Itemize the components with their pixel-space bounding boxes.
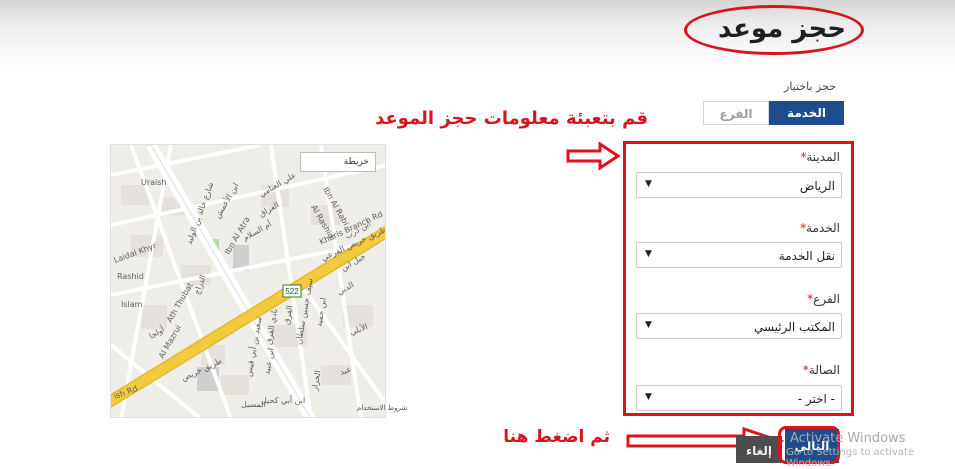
map-street-label: Uraish xyxy=(141,178,167,187)
map-street-label: Islam xyxy=(121,300,143,309)
branch-select[interactable]: المكتب الرئيسي ▼ xyxy=(636,313,842,339)
booking-by-label: حجز باختيار xyxy=(784,80,836,93)
map-street-label: الدبي xyxy=(336,280,356,297)
hall-label: الصالة* xyxy=(802,363,840,377)
title-highlight-oval xyxy=(684,5,864,55)
tab-service[interactable]: الخدمة xyxy=(769,101,844,125)
chevron-down-icon: ▼ xyxy=(645,249,652,259)
service-select-value: نقل الخدمة xyxy=(778,249,835,263)
location-map[interactable]: 522 Uraish Laidal Khyr Rashid Islam Ath Thub… xyxy=(110,144,386,418)
branch-label: الفرع* xyxy=(807,292,840,306)
map-street-label: ابن أبي كحيل xyxy=(261,395,305,405)
chevron-down-icon: ▼ xyxy=(645,320,652,330)
branch-select-value: المكتب الرئيسي xyxy=(753,320,835,334)
city-select-value: الرياض xyxy=(799,179,835,193)
city-label: المدينة* xyxy=(800,150,840,164)
chevron-down-icon: ▼ xyxy=(645,392,652,402)
road-sign-label: 522 xyxy=(285,287,299,296)
map-type-button[interactable]: خريطة xyxy=(300,152,376,172)
hall-select[interactable]: - اختر - ▼ xyxy=(636,385,842,411)
city-select[interactable]: الرياض ▼ xyxy=(636,172,842,198)
activate-windows-title: Activate Windows xyxy=(790,431,906,446)
service-label: الخدمة* xyxy=(800,221,840,235)
hall-select-value: - اختر - xyxy=(797,392,835,406)
activate-windows-subtitle: Go to Settings to activate Windows. xyxy=(786,447,915,469)
cancel-button[interactable]: إلغاء xyxy=(736,436,782,463)
map-canvas: 522 UraishLaidal KhyrRashidIslam Ath Thub… xyxy=(111,145,385,417)
map-street-label: Rashid xyxy=(117,272,144,281)
tab-branch[interactable]: الفرع xyxy=(703,101,769,125)
map-street-label: الخراز xyxy=(310,370,323,393)
map-street-label: المسيل xyxy=(241,400,266,409)
service-select[interactable]: نقل الخدمة ▼ xyxy=(636,242,842,268)
annotation-then-click: ثم اضغط هنا xyxy=(503,427,610,447)
map-street-label: الفرق xyxy=(282,305,294,326)
annotation-fill-info: قم بتعبئة معلومات حجز الموعد xyxy=(375,108,648,129)
chevron-down-icon: ▼ xyxy=(645,179,652,189)
arrow-to-form-icon xyxy=(566,142,620,170)
map-terms-link[interactable]: شروط الاستخدام xyxy=(357,404,407,412)
